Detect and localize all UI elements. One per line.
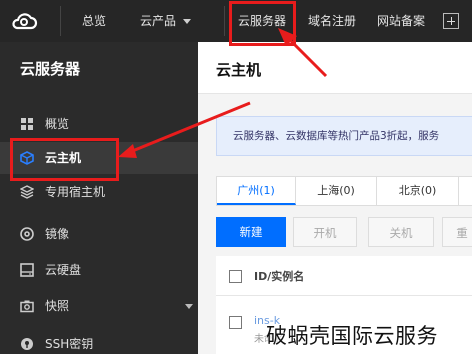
chevron-down-icon	[183, 19, 192, 24]
page-title: 云主机	[216, 61, 262, 79]
sidebar-item-label: SSH密钥	[45, 337, 94, 351]
page: 总览 云产品 云服务器 域名注册 网站备案 云服务器 概览 云主机 专用宿主机 …	[0, 0, 472, 354]
tab-shanghai[interactable]: 上海(0)	[296, 177, 377, 205]
grid-icon	[21, 118, 33, 130]
sidebar-item-disks[interactable]: 云硬盘	[0, 254, 198, 286]
sidebar-item-overview[interactable]: 概览	[0, 108, 198, 140]
row-checkbox[interactable]	[229, 316, 242, 329]
new-instance-button[interactable]: 新建	[216, 217, 286, 247]
watermark-text: 破蜗壳国际云服务	[266, 324, 438, 348]
column-header-id: ID/实例名	[254, 270, 305, 283]
stop-button[interactable]: 关机	[368, 217, 434, 247]
sidebar-item-label: 概览	[45, 117, 70, 131]
sidebar-item-snapshots[interactable]: 快照	[0, 290, 198, 322]
main-header: 云主机	[198, 42, 472, 94]
tab-beijing[interactable]: 北京(0)	[377, 177, 459, 205]
cloud-icon[interactable]	[10, 7, 38, 35]
sidebar-item-label: 快照	[45, 299, 70, 313]
sidebar-item-label: 云硬盘	[45, 263, 82, 277]
promo-notice[interactable]: 云服务器、云数据库等热门产品3折起，服务	[216, 116, 472, 156]
nav-domain[interactable]: 域名注册	[308, 0, 356, 42]
disk-icon	[20, 263, 34, 277]
nav-icp[interactable]: 网站备案	[377, 0, 425, 42]
nav-divider	[60, 6, 61, 36]
highlight-box-cvm-nav	[229, 1, 296, 46]
highlight-box-cvm-sidebar	[10, 138, 119, 181]
sidebar-item-label: 镜像	[45, 227, 70, 241]
region-tabs: 广州(1) 上海(0) 北京(0)	[216, 176, 472, 206]
layers-icon	[20, 185, 34, 199]
start-button[interactable]: 开机	[293, 217, 357, 247]
camera-icon	[20, 300, 34, 313]
plus-icon[interactable]	[443, 13, 459, 29]
nav-products[interactable]: 云产品	[140, 0, 192, 42]
nav-products-label: 云产品	[140, 14, 177, 28]
sidebar-item-ssh-keys[interactable]: SSH密钥	[0, 328, 198, 354]
chevron-down-icon	[185, 304, 193, 309]
sidebar: 云服务器 概览 云主机 专用宿主机 镜像 云硬盘 快照 SSH密钥	[0, 42, 198, 354]
key-icon	[21, 338, 33, 350]
nav-divider	[224, 6, 225, 36]
sidebar-item-images[interactable]: 镜像	[0, 218, 198, 250]
main-content: 云主机 云服务器、云数据库等热门产品3折起，服务 广州(1) 上海(0) 北京(…	[198, 42, 472, 354]
tab-guangzhou[interactable]: 广州(1)	[217, 177, 296, 205]
nav-overview[interactable]: 总览	[82, 0, 106, 42]
select-all-checkbox[interactable]	[229, 270, 242, 283]
table-header: ID/实例名	[216, 256, 472, 296]
restart-button[interactable]: 重	[442, 217, 472, 247]
disc-icon	[20, 227, 34, 241]
sidebar-title: 云服务器	[20, 60, 81, 78]
